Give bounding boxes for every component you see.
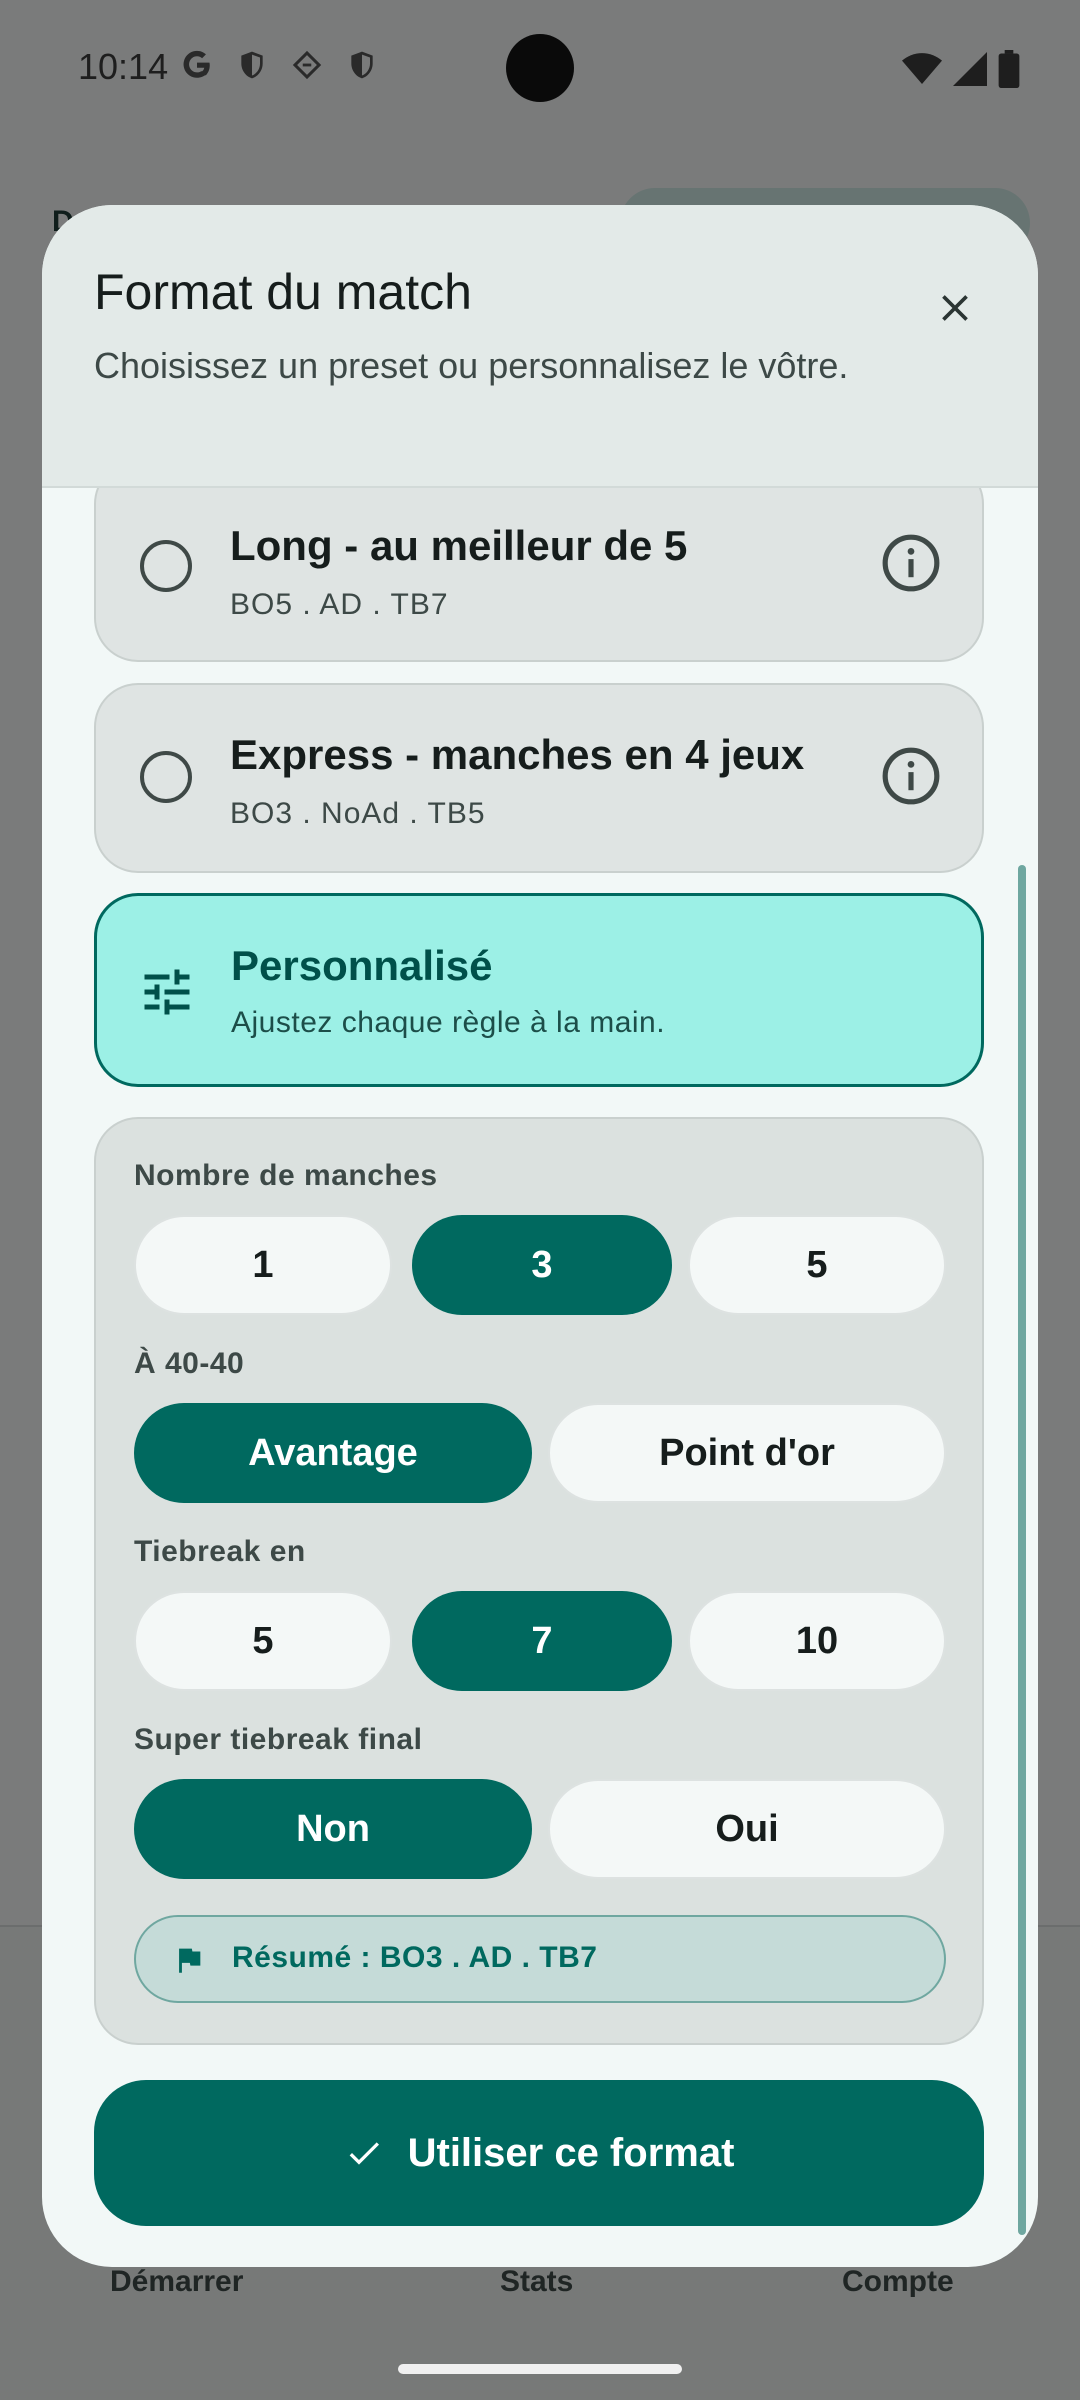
flag-icon xyxy=(179,1948,201,1973)
super-tiebreak-label: Super tiebreak final xyxy=(134,1723,423,1756)
signal-icon xyxy=(953,52,987,86)
summary-chip: Résumé : BO3 . AD . TB7 xyxy=(134,1915,946,2003)
status-notification-icons xyxy=(180,48,378,82)
preset-radio-express[interactable] xyxy=(140,751,192,803)
status-system-icons xyxy=(902,50,1020,88)
match-format-dialog: Long - au meilleur de 5 BO5 . AD . TB7 E… xyxy=(42,205,1038,2267)
info-icon[interactable] xyxy=(880,532,942,594)
battery-icon xyxy=(998,50,1020,88)
preset-title: Long - au meilleur de 5 xyxy=(230,522,688,569)
info-icon[interactable] xyxy=(880,745,942,807)
deuce-option-avantage[interactable]: Avantage xyxy=(134,1403,532,1503)
dialog-title: Format du match xyxy=(94,264,472,320)
deuce-option-point-or[interactable]: Point d'or xyxy=(548,1403,946,1503)
tiebreak-label: Tiebreak en xyxy=(134,1535,306,1568)
tiebreak-option-7[interactable]: 7 xyxy=(412,1591,672,1691)
tiebreak-option-5[interactable]: 5 xyxy=(134,1591,392,1691)
preset-title: Express - manches en 4 jeux xyxy=(230,731,805,778)
vpn-diamond-icon xyxy=(292,50,322,80)
close-icon xyxy=(942,295,968,321)
scrollbar[interactable] xyxy=(1018,865,1026,2235)
preset-subtitle: BO5 . AD . TB7 xyxy=(230,588,449,621)
use-format-button[interactable]: Utiliser ce format xyxy=(94,2080,984,2226)
deuce-label: À 40-40 xyxy=(134,1347,245,1380)
wifi-icon xyxy=(902,53,942,84)
preset-card-express[interactable]: Express - manches en 4 jeux BO3 . NoAd .… xyxy=(94,683,984,873)
summary-text: Résumé : BO3 . AD . TB7 xyxy=(232,1941,598,1974)
shield-icon xyxy=(241,51,263,79)
close-button[interactable] xyxy=(912,265,998,351)
dialog-header: Format du match Choisissez un preset ou … xyxy=(42,205,1038,488)
home-indicator[interactable] xyxy=(398,2364,682,2374)
preset-card-long[interactable]: Long - au meilleur de 5 BO5 . AD . TB7 xyxy=(94,460,984,662)
camera-cutout xyxy=(506,34,574,102)
status-time: 10:14 xyxy=(78,46,169,87)
sets-option-3[interactable]: 3 xyxy=(412,1215,672,1315)
sets-label: Nombre de manches xyxy=(134,1159,438,1192)
super-tiebreak-option-non[interactable]: Non xyxy=(134,1779,532,1879)
sets-option-5[interactable]: 5 xyxy=(688,1215,946,1315)
custom-settings-panel: Nombre de manches 1 3 5 À 40-40 Avantage… xyxy=(94,1117,984,2045)
preset-subtitle: BO3 . NoAd . TB5 xyxy=(230,797,486,830)
sets-option-1[interactable]: 1 xyxy=(134,1215,392,1315)
custom-title: Personnalisé xyxy=(231,942,493,989)
custom-subtitle: Ajustez chaque règle à la main. xyxy=(231,1006,666,1039)
status-bar: 10:14 xyxy=(0,0,1080,135)
check-icon xyxy=(349,2142,379,2165)
use-format-label: Utiliser ce format xyxy=(407,2130,735,2175)
super-tiebreak-option-oui[interactable]: Oui xyxy=(548,1779,946,1879)
preset-radio-long[interactable] xyxy=(140,540,192,592)
tune-icon xyxy=(144,969,190,1015)
dialog-subtitle: Choisissez un preset ou personnalisez le… xyxy=(94,345,849,386)
preset-card-custom[interactable]: Personnalisé Ajustez chaque règle à la m… xyxy=(94,893,984,1087)
shield-icon xyxy=(351,51,373,79)
tiebreak-option-10[interactable]: 10 xyxy=(688,1591,946,1691)
google-icon xyxy=(183,50,210,78)
